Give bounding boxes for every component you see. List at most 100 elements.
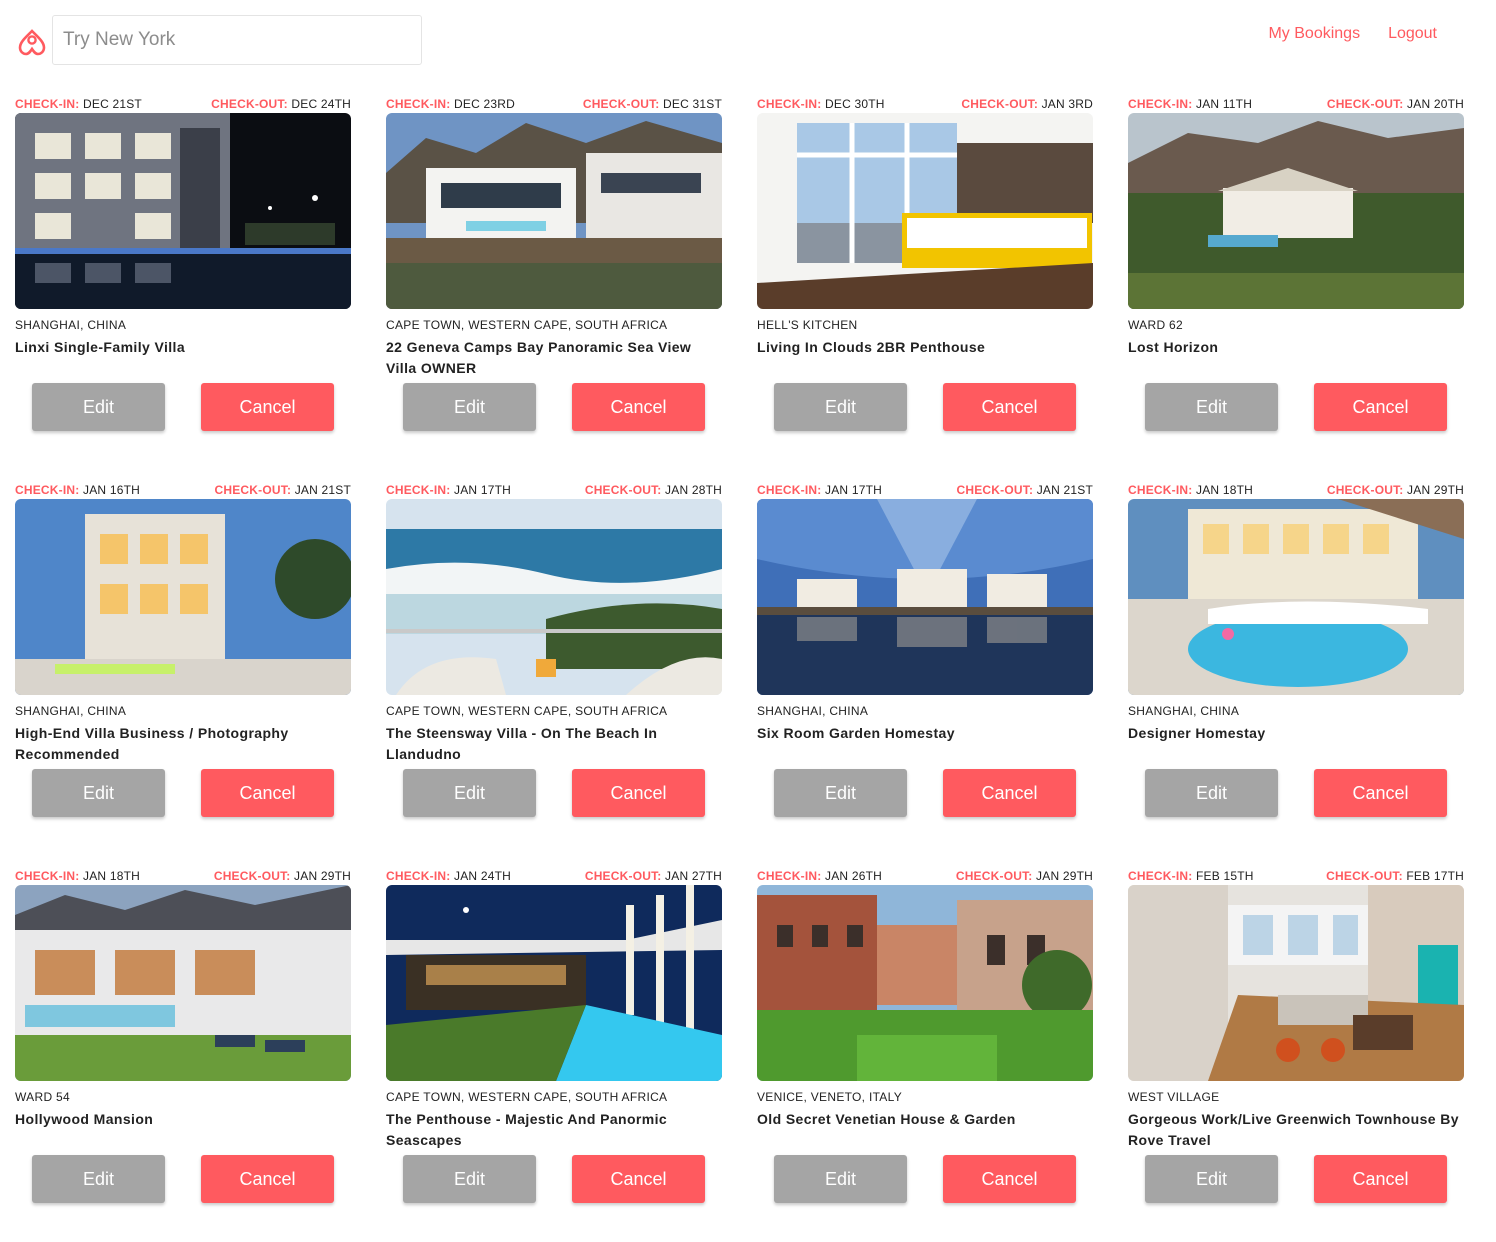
booking-actions: Edit Cancel [403, 1155, 705, 1203]
edit-button[interactable]: Edit [1145, 769, 1278, 817]
listing-photo[interactable] [757, 113, 1093, 309]
check-in-label: CHECK-IN: [386, 869, 451, 883]
booking-card: CHECK-IN: DEC 21ST CHECK-OUT: DEC 24TH S… [15, 97, 351, 483]
my-bookings-link[interactable]: My Bookings [1268, 24, 1360, 44]
listing-title[interactable]: Six Room Garden Homestay [757, 723, 1093, 765]
cancel-button[interactable]: Cancel [201, 769, 334, 817]
listing-location: SHANGHAI, CHINA [15, 318, 127, 332]
booking-actions: Edit Cancel [32, 1155, 334, 1203]
check-out-date: JAN 28TH [665, 483, 722, 497]
check-out-label: CHECK-OUT: [956, 483, 1034, 497]
check-in-date: DEC 23RD [454, 97, 515, 111]
check-out-label: CHECK-OUT: [1326, 869, 1403, 883]
booking-dates: CHECK-IN: JAN 18TH CHECK-OUT: JAN 29TH [15, 869, 351, 883]
cancel-button[interactable]: Cancel [201, 1155, 334, 1203]
edit-button[interactable]: Edit [1145, 1155, 1278, 1203]
booking-card: CHECK-IN: DEC 30TH CHECK-OUT: JAN 3RD HE… [757, 97, 1093, 483]
check-out-date: JAN 27TH [665, 869, 722, 883]
listing-photo[interactable] [757, 499, 1093, 695]
edit-button[interactable]: Edit [774, 383, 907, 431]
cancel-button[interactable]: Cancel [943, 769, 1076, 817]
check-out-label: CHECK-OUT: [211, 97, 288, 111]
check-out-date: JAN 21ST [1036, 483, 1093, 497]
edit-button[interactable]: Edit [403, 383, 536, 431]
listing-title[interactable]: Gorgeous Work/Live Greenwich Townhouse B… [1128, 1109, 1464, 1151]
listing-title[interactable]: Lost Horizon [1128, 337, 1464, 379]
check-in-date: JAN 11TH [1196, 97, 1253, 111]
check-in: CHECK-IN: JAN 11TH [1128, 97, 1252, 111]
listing-photo[interactable] [386, 113, 722, 309]
listing-photo[interactable] [1128, 113, 1464, 309]
booking-dates: CHECK-IN: DEC 21ST CHECK-OUT: DEC 24TH [15, 97, 351, 111]
listing-photo[interactable] [15, 113, 351, 309]
check-in-label: CHECK-IN: [757, 869, 822, 883]
cancel-button[interactable]: Cancel [572, 769, 705, 817]
listing-title[interactable]: Old Secret Venetian House & Garden [757, 1109, 1093, 1151]
cancel-button[interactable]: Cancel [572, 1155, 705, 1203]
booking-card: CHECK-IN: JAN 18TH CHECK-OUT: JAN 29TH W… [15, 869, 351, 1242]
check-in-date: DEC 21ST [83, 97, 142, 111]
edit-button[interactable]: Edit [774, 769, 907, 817]
booking-dates: CHECK-IN: DEC 23RD CHECK-OUT: DEC 31ST [386, 97, 722, 111]
listing-title[interactable]: Linxi Single-Family Villa [15, 337, 351, 379]
listing-photo[interactable] [1128, 885, 1464, 1081]
check-out-date: JAN 3RD [1041, 97, 1093, 111]
cancel-button[interactable]: Cancel [1314, 769, 1447, 817]
edit-button[interactable]: Edit [32, 383, 165, 431]
listing-photo[interactable] [386, 885, 722, 1081]
edit-button[interactable]: Edit [403, 1155, 536, 1203]
cancel-button[interactable]: Cancel [1314, 383, 1447, 431]
booking-actions: Edit Cancel [403, 383, 705, 431]
booking-card: CHECK-IN: JAN 24TH CHECK-OUT: JAN 27TH C… [386, 869, 722, 1242]
listing-photo[interactable] [386, 499, 722, 695]
search-input[interactable] [52, 15, 422, 65]
check-in: CHECK-IN: JAN 17TH [386, 483, 511, 497]
listing-photo[interactable] [1128, 499, 1464, 695]
check-out: CHECK-OUT: JAN 29TH [1327, 483, 1464, 497]
edit-button[interactable]: Edit [774, 1155, 907, 1203]
check-out-date: JAN 29TH [1036, 869, 1093, 883]
listing-title[interactable]: Living In Clouds 2BR Penthouse [757, 337, 1093, 379]
listing-location: HELL'S KITCHEN [757, 318, 858, 332]
listing-location: CAPE TOWN, WESTERN CAPE, SOUTH AFRICA [386, 1090, 668, 1104]
booking-card: CHECK-IN: DEC 23RD CHECK-OUT: DEC 31ST C… [386, 97, 722, 483]
cancel-button[interactable]: Cancel [943, 1155, 1076, 1203]
check-out-label: CHECK-OUT: [1326, 483, 1404, 497]
cancel-button[interactable]: Cancel [1314, 1155, 1447, 1203]
listing-title[interactable]: The Steensway Villa - On The Beach In Ll… [386, 723, 722, 765]
check-out: CHECK-OUT: JAN 29TH [214, 869, 351, 883]
check-in: CHECK-IN: FEB 15TH [1128, 869, 1254, 883]
booking-card: CHECK-IN: JAN 17TH CHECK-OUT: JAN 28TH C… [386, 483, 722, 869]
check-in-label: CHECK-IN: [1128, 97, 1193, 111]
listing-photo[interactable] [15, 499, 351, 695]
edit-button[interactable]: Edit [1145, 383, 1278, 431]
check-in: CHECK-IN: JAN 18TH [1128, 483, 1253, 497]
check-in-label: CHECK-IN: [386, 483, 451, 497]
listing-title[interactable]: 22 Geneva Camps Bay Panoramic Sea View V… [386, 337, 722, 379]
check-out: CHECK-OUT: DEC 31ST [583, 97, 722, 111]
check-in-date: JAN 16TH [83, 483, 140, 497]
listing-photo[interactable] [15, 885, 351, 1081]
listing-title[interactable]: The Penthouse - Majestic And Panormic Se… [386, 1109, 722, 1151]
check-in-label: CHECK-IN: [757, 97, 822, 111]
listing-photo[interactable] [757, 885, 1093, 1081]
edit-button[interactable]: Edit [32, 769, 165, 817]
bookings-grid: CHECK-IN: DEC 21ST CHECK-OUT: DEC 24TH S… [15, 97, 1464, 1242]
listing-location: WARD 54 [15, 1090, 70, 1104]
check-out: CHECK-OUT: JAN 21ST [956, 483, 1093, 497]
airbnb-logo-icon[interactable] [16, 24, 48, 58]
listing-title[interactable]: High-End Villa Business / Photography Re… [15, 723, 351, 765]
listing-title[interactable]: Hollywood Mansion [15, 1109, 351, 1151]
check-out-label: CHECK-OUT: [582, 97, 660, 111]
logout-link[interactable]: Logout [1388, 24, 1437, 44]
check-in-label: CHECK-IN: [15, 483, 80, 497]
listing-title[interactable]: Designer Homestay [1128, 723, 1464, 765]
edit-button[interactable]: Edit [32, 1155, 165, 1203]
cancel-button[interactable]: Cancel [572, 383, 705, 431]
edit-button[interactable]: Edit [403, 769, 536, 817]
check-in: CHECK-IN: JAN 18TH [15, 869, 140, 883]
cancel-button[interactable]: Cancel [943, 383, 1076, 431]
check-out: CHECK-OUT: JAN 27TH [585, 869, 722, 883]
cancel-button[interactable]: Cancel [201, 383, 334, 431]
check-in-date: JAN 18TH [1196, 483, 1253, 497]
